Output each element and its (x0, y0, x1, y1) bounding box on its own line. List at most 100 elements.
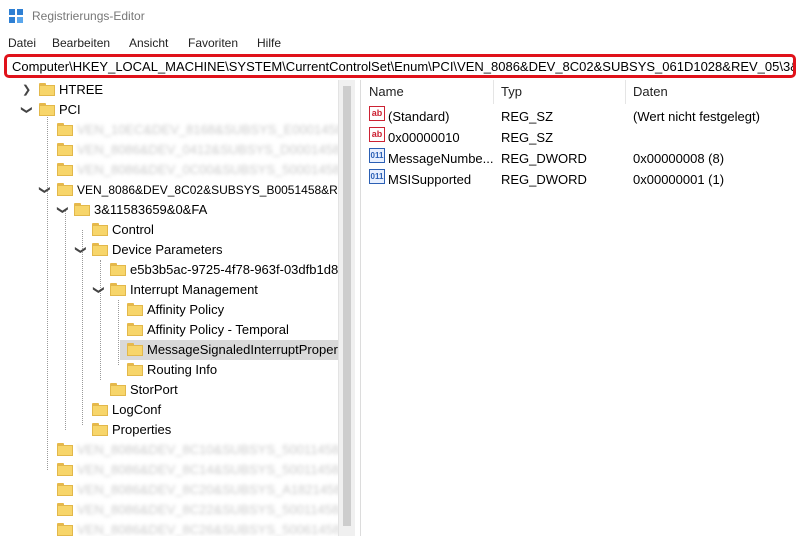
tree-item-device-parameters[interactable]: ❯ Device Parameters (0, 240, 338, 260)
tree-item-label: VEN_8086&DEV_8C20&SUBSYS_A1821458&RE (77, 482, 338, 497)
value-type: REG_DWORD (501, 172, 587, 187)
column-header-type[interactable]: Typ (501, 84, 522, 99)
folder-icon (127, 303, 143, 316)
value-type: REG_DWORD (501, 151, 587, 166)
tree-item-label: VEN_8086&DEV_0412&SUBSYS_D0001458&RE (77, 142, 338, 157)
folder-icon (127, 323, 143, 336)
tree-item-logconf[interactable]: LogConf (0, 400, 338, 420)
column-header-data[interactable]: Daten (633, 84, 668, 99)
tree-item-label: Affinity Policy (147, 302, 225, 317)
tree-item-affinity-policy[interactable]: Affinity Policy (0, 300, 338, 320)
value-type: REG_SZ (501, 109, 554, 124)
chevron-down-icon[interactable]: ❯ (17, 105, 37, 114)
tree-item-label: VEN_10EC&DEV_8168&SUBSYS_E0001458&RE (77, 122, 338, 137)
menu-favoriten[interactable]: Favoriten (188, 36, 238, 50)
column-header-name[interactable]: Name (369, 84, 404, 99)
values-list[interactable]: Name Typ Daten ab (Standard) REG_SZ (Wer… (362, 80, 800, 536)
menu-bar: Datei Bearbeiten Ansicht Favoriten Hilfe (0, 34, 800, 54)
tree-item-htree[interactable]: ❯ HTREE (0, 80, 338, 100)
folder-icon (92, 223, 108, 236)
value-data: 0x00000001 (1) (633, 172, 725, 187)
folder-icon (110, 383, 126, 396)
scrollbar-thumb[interactable] (343, 86, 351, 526)
menu-hilfe[interactable]: Hilfe (257, 36, 281, 50)
value-name: MSISupported (388, 172, 472, 187)
reg-dword-icon: 011 (369, 169, 385, 184)
folder-icon (110, 263, 126, 276)
folder-icon (57, 163, 73, 176)
folder-icon (39, 103, 55, 116)
column-divider[interactable] (493, 80, 494, 104)
tree-item-label: Device Parameters (112, 242, 223, 257)
tree-item-device[interactable]: VEN_8086&DEV_8C20&SUBSYS_A1821458&RE (0, 480, 338, 500)
folder-icon (57, 483, 73, 496)
title-bar: Registrierungs-Editor (0, 0, 800, 32)
tree-item-label: VEN_8086&DEV_8C10&SUBSYS_50011458&RE (77, 442, 338, 457)
value-row[interactable]: ab 0x00000010 REG_SZ (362, 127, 800, 148)
chevron-down-icon[interactable]: ❯ (71, 245, 91, 254)
tree-item-label: Interrupt Management (130, 282, 258, 297)
chevron-down-icon[interactable]: ❯ (89, 285, 109, 294)
tree-item-label: Routing Info (147, 362, 218, 377)
menu-datei[interactable]: Datei (8, 36, 36, 50)
menu-ansicht[interactable]: Ansicht (129, 36, 168, 50)
tree-item-label: Affinity Policy - Temporal (147, 322, 289, 337)
folder-icon (74, 203, 90, 216)
value-name: MessageNumbe... (388, 151, 494, 166)
value-row[interactable]: 011 MessageNumbe... REG_DWORD 0x00000008… (362, 148, 800, 169)
pane-splitter[interactable] (355, 80, 361, 536)
window-title: Registrierungs-Editor (32, 9, 145, 23)
tree-item-label: MessageSignaledInterruptProper (147, 342, 338, 357)
address-path[interactable]: Computer\HKEY_LOCAL_MACHINE\SYSTEM\Curre… (12, 59, 793, 74)
tree-item-label: VEN_8086&DEV_8C14&SUBSYS_50011458&RE (77, 462, 338, 477)
address-bar[interactable]: Computer\HKEY_LOCAL_MACHINE\SYSTEM\Curre… (4, 54, 796, 78)
tree-item-label: e5b3b5ac-9725-4f78-963f-03dfb1d82 (130, 262, 338, 277)
tree-item-device[interactable]: VEN_8086&DEV_8C10&SUBSYS_50011458&RE (0, 440, 338, 460)
value-name: 0x00000010 (388, 130, 460, 145)
regedit-app-icon (9, 9, 23, 23)
tree-item-label: StorPort (130, 382, 178, 397)
chevron-down-icon[interactable]: ❯ (53, 205, 73, 214)
chevron-right-icon[interactable]: ❯ (22, 80, 31, 100)
tree-item-msi-properties[interactable]: MessageSignaledInterruptProper (120, 340, 338, 360)
value-data: (Wert nicht festgelegt) (633, 109, 760, 124)
reg-string-icon: ab (369, 127, 385, 142)
tree-item-device[interactable]: VEN_8086&DEV_8C26&SUBSYS_50061458&RE (0, 520, 338, 536)
menu-bearbeiten[interactable]: Bearbeiten (52, 36, 110, 50)
tree-item-label: Properties (112, 422, 172, 437)
column-divider[interactable] (625, 80, 626, 104)
tree-item-device[interactable]: VEN_8086&DEV_8C22&SUBSYS_50011458&RE (0, 500, 338, 520)
value-type: REG_SZ (501, 130, 554, 145)
tree-item-routing-info[interactable]: Routing Info (0, 360, 338, 380)
tree-item-storport[interactable]: StorPort (0, 380, 338, 400)
folder-icon (57, 183, 73, 196)
folder-icon (57, 143, 73, 156)
chevron-down-icon[interactable]: ❯ (35, 185, 55, 194)
tree-scrollbar[interactable] (338, 80, 355, 536)
tree-item-device[interactable]: VEN_8086&DEV_0412&SUBSYS_D0001458&RE (0, 140, 338, 160)
tree-item-label: LogConf (112, 402, 162, 417)
tree-item-instance[interactable]: ❯ 3&11583659&0&FA (0, 200, 338, 220)
tree-item-label: 3&11583659&0&FA (94, 202, 208, 217)
tree-item-ven-8086-8c02[interactable]: ❯ VEN_8086&DEV_8C02&SUBSYS_B0051458&RE (0, 180, 338, 200)
value-row[interactable]: 011 MSISupported REG_DWORD 0x00000001 (1… (362, 169, 800, 190)
key-tree[interactable]: ❯ HTREE ❯ PCI VEN_10EC&DEV_8168&SUBSYS_E… (0, 80, 338, 536)
folder-icon (57, 503, 73, 516)
tree-item-label: Control (112, 222, 154, 237)
tree-item-device[interactable]: VEN_10EC&DEV_8168&SUBSYS_E0001458&RE (0, 120, 338, 140)
value-row[interactable]: ab (Standard) REG_SZ (Wert nicht festgel… (362, 106, 800, 127)
tree-item-interrupt-management[interactable]: ❯ Interrupt Management (0, 280, 338, 300)
tree-item-label: HTREE (59, 82, 104, 97)
tree-item-label: VEN_8086&DEV_8C26&SUBSYS_50061458&RE (77, 522, 338, 536)
folder-icon (92, 403, 108, 416)
tree-item-device[interactable]: VEN_8086&DEV_8C14&SUBSYS_50011458&RE (0, 460, 338, 480)
tree-item-label: VEN_8086&DEV_8C22&SUBSYS_50011458&RE (77, 502, 338, 517)
tree-item-guid[interactable]: e5b3b5ac-9725-4f78-963f-03dfb1d82 (0, 260, 338, 280)
tree-item-label: PCI (59, 102, 81, 117)
tree-item-affinity-policy-temporal[interactable]: Affinity Policy - Temporal (0, 320, 338, 340)
folder-icon (127, 343, 143, 356)
tree-item-device[interactable]: VEN_8086&DEV_0C00&SUBSYS_50001458&RE (0, 160, 338, 180)
tree-item-control[interactable]: Control (0, 220, 338, 240)
tree-item-pci[interactable]: ❯ PCI (0, 100, 338, 120)
tree-item-properties[interactable]: Properties (0, 420, 338, 440)
